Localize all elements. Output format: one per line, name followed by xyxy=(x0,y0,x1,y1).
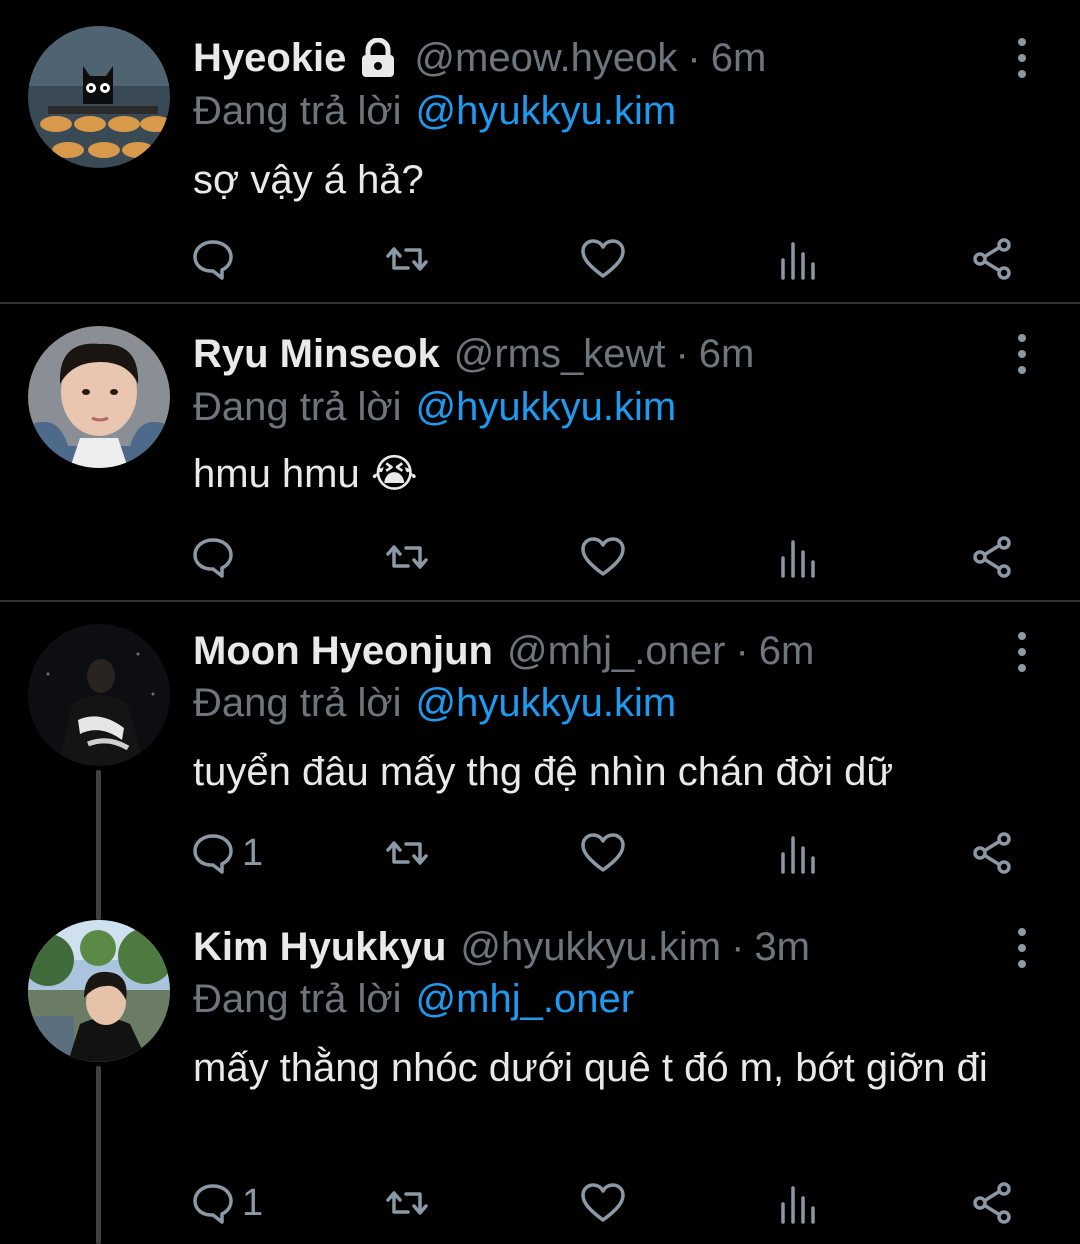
display-name[interactable]: Moon Hyeonjun xyxy=(193,629,493,674)
tweet[interactable]: Ryu Minseok @rms_kewt · 6m Đang trả lời … xyxy=(0,304,1080,600)
share-button[interactable] xyxy=(970,532,1016,582)
like-button[interactable] xyxy=(580,828,626,878)
reply-icon xyxy=(193,834,233,874)
reply-icon xyxy=(193,538,233,578)
share-button[interactable] xyxy=(970,234,1016,284)
avatar[interactable] xyxy=(28,326,170,468)
tweet-text: tuyển đâu mấy thg đệ nhìn chán đời dữ xyxy=(193,750,894,794)
tweet-text: mấy thằng nhóc dưới quê t đó m, bớt giỡn… xyxy=(193,1046,988,1090)
views-button[interactable] xyxy=(775,828,821,878)
mention-link[interactable]: @hyukkyu.kim xyxy=(416,385,677,430)
lock-icon xyxy=(356,38,400,78)
tweet-header: Moon Hyeonjun @mhj_.oner · 6m xyxy=(193,626,814,676)
reply-button[interactable] xyxy=(190,234,242,284)
retweet-button[interactable] xyxy=(384,1178,430,1228)
reply-icon xyxy=(193,240,233,280)
views-icon xyxy=(781,242,815,280)
share-button[interactable] xyxy=(970,1178,1016,1228)
action-bar xyxy=(190,532,1030,582)
replying-to: Đang trả lời @hyukkyu.kim xyxy=(193,382,676,432)
user-handle[interactable]: @rms_kewt xyxy=(454,332,666,377)
mention-link[interactable]: @mhj_.oner xyxy=(416,977,634,1022)
display-name[interactable]: Hyeokie xyxy=(193,36,346,81)
display-name[interactable]: Ryu Minseok xyxy=(193,332,440,377)
tweet-header: Kim Hyukkyu @hyukkyu.kim · 3m xyxy=(193,922,810,972)
like-button[interactable] xyxy=(580,1178,626,1228)
retweet-icon xyxy=(386,1191,428,1215)
avatar[interactable] xyxy=(28,920,170,1062)
more-icon[interactable] xyxy=(1012,334,1032,374)
tweet[interactable]: Kim Hyukkyu @hyukkyu.kim · 3m Đang trả l… xyxy=(0,898,1080,1244)
more-icon[interactable] xyxy=(1012,38,1032,78)
more-icon[interactable] xyxy=(1012,632,1032,672)
retweet-icon xyxy=(386,247,428,271)
views-icon xyxy=(781,540,815,578)
avatar[interactable] xyxy=(28,624,170,766)
action-bar: 1 xyxy=(190,1178,1030,1228)
heart-icon xyxy=(581,833,625,872)
separator: · xyxy=(731,924,745,969)
replying-to-label: Đang trả lời xyxy=(193,680,402,725)
action-bar: 1 xyxy=(190,828,1030,878)
views-button[interactable] xyxy=(775,1178,821,1228)
action-bar xyxy=(190,234,1030,284)
user-handle[interactable]: @hyukkyu.kim xyxy=(460,925,721,970)
heart-icon xyxy=(581,1183,625,1222)
retweet-button[interactable] xyxy=(384,828,430,878)
reply-count: 1 xyxy=(242,1181,264,1224)
tweet[interactable]: Hyeokie @meow.hyeok · 6m Đang trả lời @h… xyxy=(0,0,1080,302)
reply-count: 1 xyxy=(242,831,264,874)
views-button[interactable] xyxy=(775,234,821,284)
user-handle[interactable]: @mhj_.oner xyxy=(507,629,725,674)
share-icon xyxy=(973,1182,1011,1224)
mention-link[interactable]: @hyukkyu.kim xyxy=(416,89,677,134)
share-icon xyxy=(973,536,1011,578)
replying-to-label: Đang trả lời xyxy=(193,976,402,1021)
retweet-icon xyxy=(386,545,428,569)
retweet-button[interactable] xyxy=(384,234,430,284)
heart-icon xyxy=(581,537,625,576)
timestamp[interactable]: 3m xyxy=(754,925,810,970)
share-icon xyxy=(973,832,1011,874)
tweet-text: sợ vậy á hả? xyxy=(193,158,424,202)
views-icon xyxy=(781,1186,815,1224)
replying-to-label: Đang trả lời xyxy=(193,88,402,133)
mention-link[interactable]: @hyukkyu.kim xyxy=(416,681,677,726)
like-button[interactable] xyxy=(580,532,626,582)
display-name[interactable]: Kim Hyukkyu xyxy=(193,925,446,970)
share-icon xyxy=(973,238,1011,280)
timestamp[interactable]: 6m xyxy=(759,629,815,674)
tweet[interactable]: Moon Hyeonjun @mhj_.oner · 6m Đang trả l… xyxy=(0,602,1080,898)
retweet-button[interactable] xyxy=(384,532,430,582)
avatar[interactable] xyxy=(28,26,170,168)
like-button[interactable] xyxy=(580,234,626,284)
reply-button[interactable]: 1 xyxy=(190,828,263,878)
reply-button[interactable]: 1 xyxy=(190,1178,263,1228)
tweet-header: Ryu Minseok @rms_kewt · 6m xyxy=(193,329,754,379)
separator: · xyxy=(675,331,689,376)
replying-to: Đang trả lời @hyukkyu.kim xyxy=(193,86,676,136)
timestamp[interactable]: 6m xyxy=(711,36,767,81)
separator: · xyxy=(735,628,749,673)
tweet-header: Hyeokie @meow.hyeok · 6m xyxy=(193,33,766,83)
timestamp[interactable]: 6m xyxy=(699,332,755,377)
share-button[interactable] xyxy=(970,828,1016,878)
user-handle[interactable]: @meow.hyeok xyxy=(414,36,677,81)
more-icon[interactable] xyxy=(1012,928,1032,968)
views-button[interactable] xyxy=(775,532,821,582)
replying-to: Đang trả lời @mhj_.oner xyxy=(193,974,634,1024)
tweet-text: hmu hmu 😭 xyxy=(193,452,418,496)
reply-button[interactable] xyxy=(190,532,242,582)
replying-to: Đang trả lời @hyukkyu.kim xyxy=(193,678,676,728)
separator: · xyxy=(687,35,701,80)
views-icon xyxy=(781,836,815,874)
replying-to-label: Đang trả lời xyxy=(193,384,402,429)
retweet-icon xyxy=(386,841,428,865)
reply-icon xyxy=(193,1184,233,1224)
heart-icon xyxy=(581,239,625,278)
